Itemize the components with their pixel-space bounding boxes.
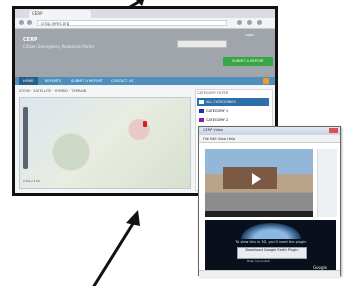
bottom-arrow-head <box>126 210 140 226</box>
submit-report-button[interactable]: SUBMIT A REPORT <box>223 57 273 66</box>
bottom-arrow-line <box>92 220 136 286</box>
category-swatch <box>199 118 204 122</box>
filter-title: CATEGORY FILTER <box>197 91 229 95</box>
secondary-title: CERP Video <box>203 128 224 132</box>
map-zoom-slider[interactable] <box>23 107 28 169</box>
nav-reports[interactable]: REPORTS <box>45 77 61 85</box>
category-2[interactable]: CATEGORY 2 <box>197 116 269 124</box>
tab-bar: CERP <box>15 9 275 18</box>
map-toolbar[interactable]: ZOOM · SATELLITE · HYBRID · TERRAIN <box>19 89 189 96</box>
category-all[interactable]: ALL CATEGORIES <box>197 98 269 106</box>
site-title: CERP <box>23 37 38 43</box>
plugin-headline: To view this in 3D, you'll need the plug… <box>235 240 307 244</box>
browser-tab[interactable]: CERP <box>29 10 91 18</box>
category-1[interactable]: CATEGORY 1 <box>197 107 269 115</box>
category-label: CATEGORY 2 <box>206 118 229 122</box>
rss-icon[interactable] <box>263 78 269 84</box>
main-nav: HOME REPORTS SUBMIT A REPORT CONTACT US <box>15 77 275 85</box>
address-bar: crisp.iems.org <box>15 18 275 29</box>
category-swatch <box>199 100 204 104</box>
category-label: CATEGORY 1 <box>206 109 229 113</box>
nav-contact[interactable]: CONTACT US <box>111 77 134 85</box>
forward-icon[interactable] <box>27 20 32 25</box>
incident-map[interactable] <box>19 97 191 189</box>
login-link[interactable]: Login <box>245 33 254 37</box>
category-label: ALL CATEGORIES <box>206 100 236 104</box>
secondary-sidebar <box>317 149 337 217</box>
download-plugin-button[interactable]: Download Google Earth Plugin <box>237 247 307 259</box>
url-field[interactable]: crisp.iems.org <box>37 20 227 26</box>
site-subtitle: Citizen Emergency Response Portal <box>23 44 94 49</box>
site-header: CERP Citizen Emergency Response Portal L… <box>15 29 275 77</box>
extension-icon[interactable] <box>247 20 252 25</box>
map-marker-icon[interactable] <box>143 121 147 127</box>
building-image <box>223 167 277 189</box>
close-icon[interactable] <box>329 128 338 133</box>
nav-home[interactable]: HOME <box>19 77 38 85</box>
video-controls[interactable] <box>205 211 313 217</box>
play-icon[interactable] <box>252 173 261 185</box>
status-bar <box>199 270 340 277</box>
secondary-titlebar: CERP Video <box>199 127 340 135</box>
menu-icon[interactable] <box>257 20 262 25</box>
secondary-window: CERP Video File Edit View Help To view t… <box>198 126 341 277</box>
install-help-link[interactable]: Help me install <box>247 259 270 263</box>
category-swatch <box>199 109 204 113</box>
secondary-menu[interactable]: File Edit View Help <box>199 135 340 143</box>
nav-submit-report[interactable]: SUBMIT A REPORT <box>71 77 103 85</box>
language-select[interactable] <box>177 40 227 48</box>
star-icon[interactable] <box>237 20 242 25</box>
earth-globe-icon <box>241 223 301 239</box>
back-icon[interactable] <box>19 20 24 25</box>
map-scale: 2 km / 1 mi <box>23 179 41 183</box>
